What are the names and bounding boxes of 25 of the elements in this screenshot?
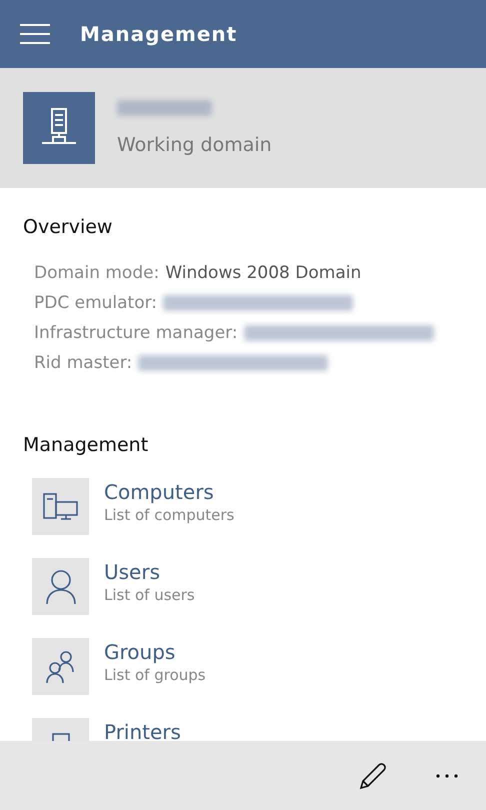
section-heading: Overview	[23, 216, 114, 238]
property-label: Rid master:	[34, 353, 132, 373]
item-title[interactable]: Computers	[104, 480, 234, 504]
group-icon	[44, 650, 76, 684]
item-tile[interactable]	[32, 478, 89, 535]
item-subtitle: List of users	[104, 585, 195, 606]
section-heading: Management	[23, 434, 150, 456]
item-title[interactable]: Groups	[104, 640, 206, 664]
property-label: PDC emulator:	[34, 293, 158, 313]
property-value: Windows 2008 Domain	[165, 263, 362, 283]
pencil-icon	[358, 760, 388, 790]
menu-button[interactable]	[20, 24, 50, 44]
item-tile[interactable]	[32, 558, 89, 615]
item-subtitle: List of groups	[104, 665, 206, 686]
property-label: Domain mode:	[34, 263, 160, 283]
user-icon	[44, 568, 76, 604]
more-icon	[436, 774, 458, 778]
domain-subtitle: Working domain	[117, 134, 272, 156]
item-title[interactable]: Printers	[104, 720, 181, 741]
item-subtitle: List of computers	[104, 505, 234, 526]
item-title[interactable]: Users	[104, 560, 195, 584]
item-tile[interactable]	[32, 638, 89, 695]
computer-icon	[42, 492, 78, 520]
property-label: Infrastructure manager:	[34, 323, 238, 343]
page-title: Management	[80, 22, 238, 46]
